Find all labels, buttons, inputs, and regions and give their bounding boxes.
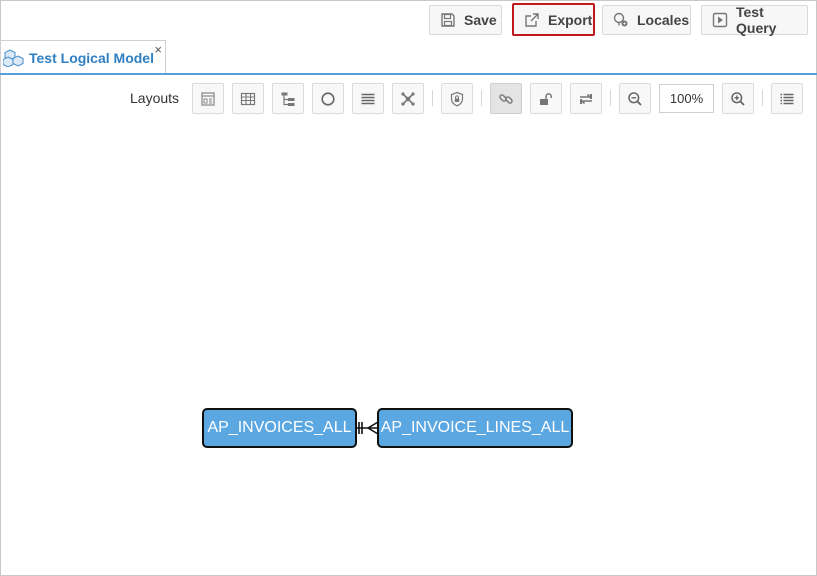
table-layout-button[interactable]: [232, 83, 264, 114]
cubes-icon: [3, 49, 24, 67]
save-button[interactable]: Save: [429, 5, 502, 35]
export-button[interactable]: Export: [512, 3, 595, 36]
list-layout-icon: [361, 93, 375, 104]
toolbar-divider: [481, 90, 482, 106]
entity-ap-invoices-all[interactable]: AP_INVOICES_ALL: [202, 408, 357, 448]
unlock-icon: [540, 92, 552, 105]
tab-test-logical-model[interactable]: Test Logical Model ×: [0, 40, 166, 75]
play-box-icon: [712, 12, 728, 28]
layouts-label: Layouts: [130, 90, 180, 106]
toolbar-divider: [610, 90, 611, 106]
table-icon: [240, 92, 256, 105]
zoom-out-button[interactable]: [619, 83, 651, 114]
swap-button[interactable]: [570, 83, 602, 114]
link-toggle-button[interactable]: [490, 83, 522, 114]
save-icon: [441, 13, 455, 27]
test-query-label: Test Query: [736, 4, 777, 36]
toolbar-divider: [762, 90, 763, 106]
export-icon: [525, 12, 539, 27]
tree-layout-button[interactable]: [272, 83, 304, 114]
tab-underline: [0, 73, 817, 75]
layout-card-icon: [201, 91, 215, 106]
relationship-connector[interactable]: [350, 416, 384, 440]
zoom-in-button[interactable]: [722, 83, 754, 114]
zoom-level-input[interactable]: 100%: [659, 84, 714, 113]
save-label: Save: [464, 12, 497, 28]
toolbar-divider: [432, 90, 433, 106]
circle-icon: [321, 91, 335, 106]
locales-label: Locales: [637, 12, 690, 28]
link-icon: [499, 93, 513, 104]
list-view-button[interactable]: [771, 83, 803, 114]
menu-list-icon: [780, 93, 794, 104]
security-button[interactable]: [441, 83, 473, 114]
shield-icon: [450, 91, 464, 106]
organic-layout-button[interactable]: [392, 83, 424, 114]
zoom-out-icon: [628, 91, 642, 106]
organic-icon: [401, 91, 415, 106]
test-query-button[interactable]: Test Query: [701, 4, 808, 36]
horizontal-layout-button[interactable]: [352, 83, 384, 114]
zoom-in-icon: [731, 91, 745, 106]
entity-ap-invoice-lines-all[interactable]: AP_INVOICE_LINES_ALL: [377, 408, 573, 448]
unlock-button[interactable]: [530, 83, 562, 114]
locales-button[interactable]: Locales: [602, 5, 691, 35]
locales-icon: [613, 12, 628, 27]
close-icon[interactable]: ×: [154, 43, 162, 56]
circle-layout-button[interactable]: [312, 83, 344, 114]
tree-icon: [281, 92, 295, 106]
layout-card-button[interactable]: [192, 83, 224, 114]
swap-icon: [580, 93, 592, 104]
export-label: Export: [548, 11, 593, 28]
tab-title: Test Logical Model: [29, 50, 154, 66]
